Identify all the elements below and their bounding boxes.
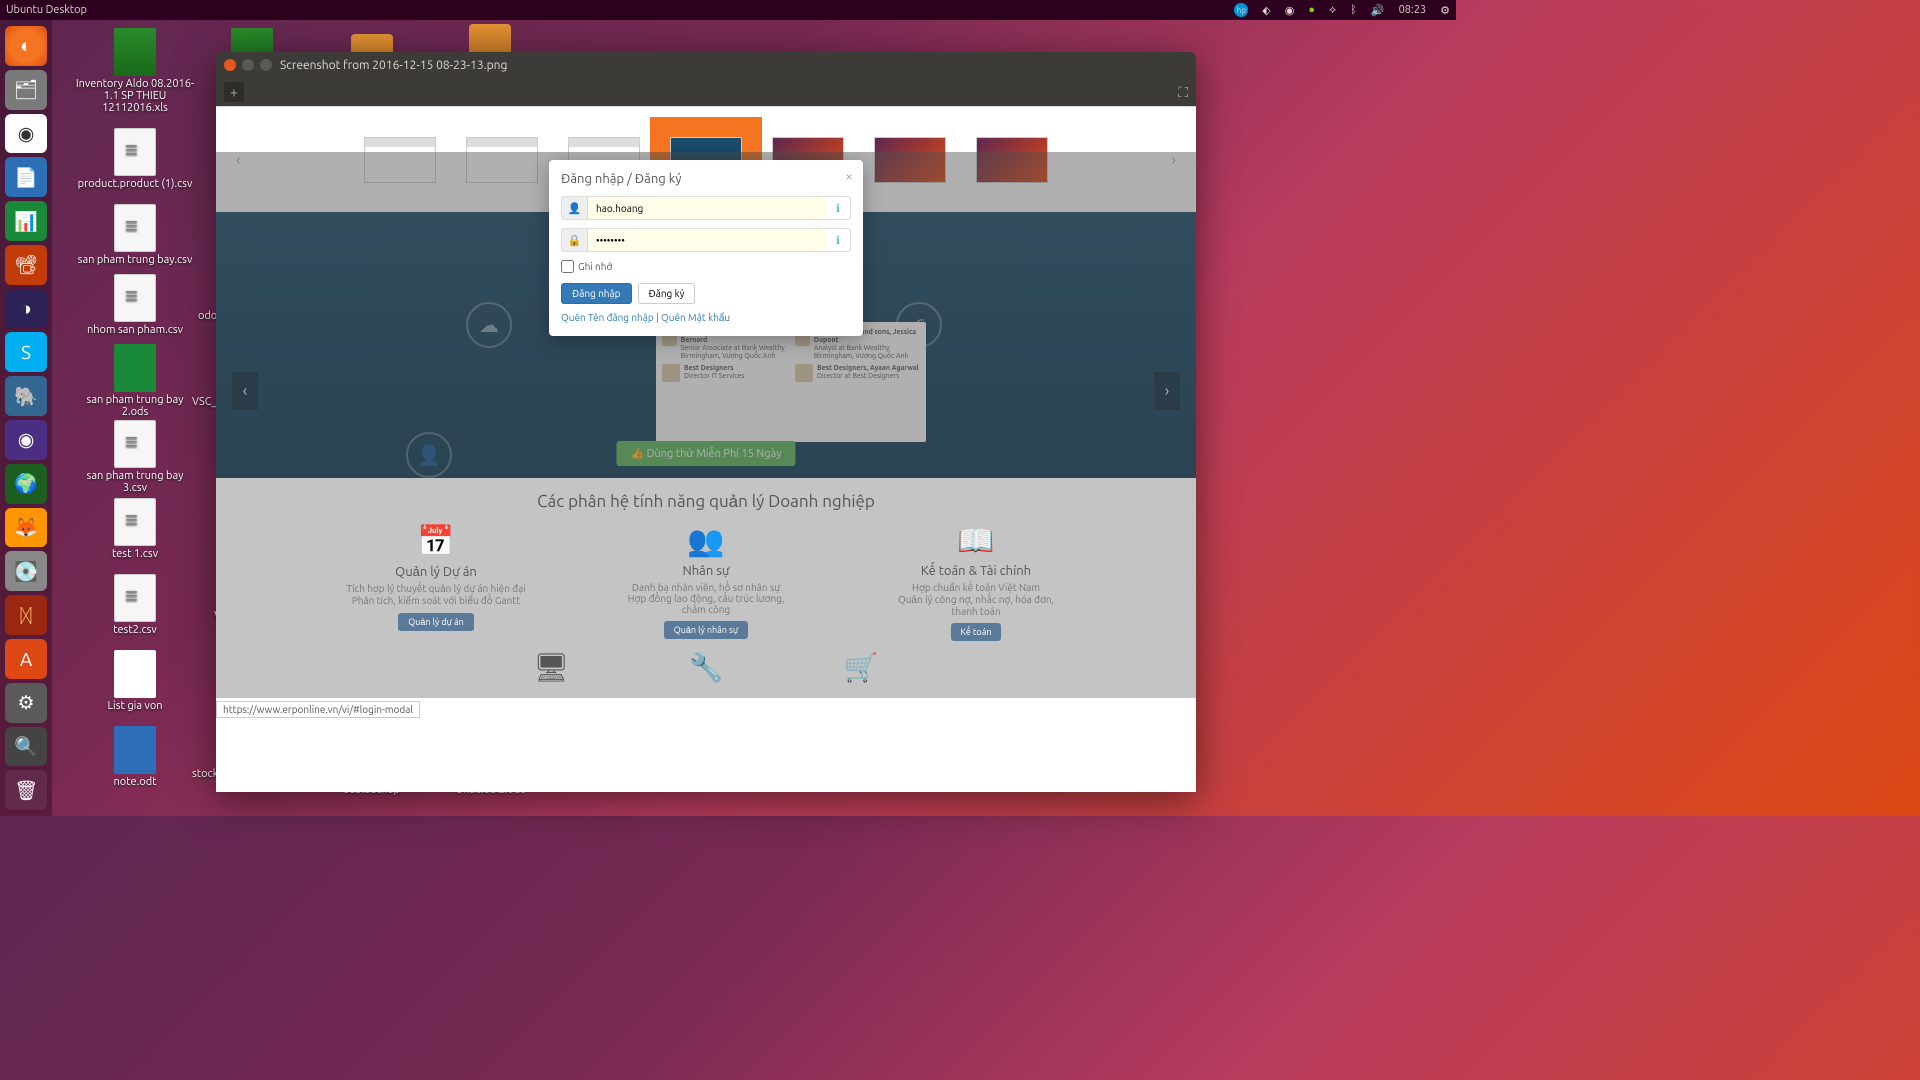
people-icon: 👥 <box>616 522 796 560</box>
screenshot-content: 📧Hộp thư đến - Od× 🟦Vào đâu để xem× 🟦Điể… <box>216 106 1196 718</box>
status-bar-url: https://www.erponline.vn/vi/#login-modal <box>216 701 420 718</box>
desktop-file[interactable]: san pham trung bay 3.csv <box>75 420 195 494</box>
features-heading: Các phân hệ tính năng quản lý Doanh nghi… <box>216 492 1196 512</box>
software-icon[interactable]: A <box>5 639 47 679</box>
drive-icon[interactable]: 💽 <box>5 551 47 591</box>
new-tab-button[interactable]: + <box>224 82 244 102</box>
wifi-icon[interactable]: ⟡ <box>1329 4 1336 17</box>
feature-button[interactable]: Quản lý dự án <box>398 613 473 631</box>
feature-card: 👥 Nhân sự Danh bạ nhân viên, hồ sơ nhân … <box>616 522 796 641</box>
menu-bar: Ubuntu Desktop hp ⬖ ◉ ● ⟡ ᛒ 🔊 08:23 ⚙ <box>0 0 1456 20</box>
feature-card: 📖 Kế toán & Tài chính Hợp chuẩn kế toán … <box>886 522 1066 641</box>
volume-icon[interactable]: 🔊 <box>1371 4 1385 17</box>
server-icon: 🖥 <box>533 651 569 684</box>
features-section: Các phân hệ tính năng quản lý Doanh nghi… <box>216 478 1196 698</box>
lens-icon[interactable]: 🔍 <box>5 727 47 767</box>
forgot-password-link[interactable]: Quên Mật khẩu <box>661 312 730 323</box>
trash-icon[interactable]: 🗑 <box>5 770 47 810</box>
user-icon: 👤 <box>562 197 588 219</box>
rhythmbox-icon[interactable]: ◉ <box>5 420 47 460</box>
lock-icon: 🔒 <box>562 229 588 251</box>
signup-button[interactable]: Đăng ký <box>638 283 696 304</box>
dropbox-icon[interactable]: ⬖ <box>1262 4 1270 17</box>
skype-icon[interactable]: S <box>5 332 47 372</box>
info-icon[interactable]: ℹ <box>826 229 850 251</box>
desktop-file[interactable]: test 1.csv <box>75 498 195 560</box>
impress-icon[interactable]: 📽 <box>5 245 47 285</box>
feature-button[interactable]: Quản lý nhân sự <box>664 621 748 639</box>
unity-launcher: ◐ 🗂 ◉ 📄 📊 📽 ◑ S 🐘 ◉ 🌍 🦊 💽 ᛞ A ⚙ 🔍 🗑 <box>0 20 52 816</box>
password-input[interactable] <box>588 229 826 251</box>
desktop-file[interactable]: nhom san pham.csv <box>75 274 195 336</box>
username-field: 👤 ℹ <box>561 196 851 220</box>
feature-card: 📅 Quản lý Dự án Tích hợp lý thuyết quản … <box>346 522 526 641</box>
desktop-label: Ubuntu Desktop <box>6 4 87 16</box>
modal-title: Đăng nhập / Đăng ký <box>561 172 851 186</box>
writer-icon[interactable]: 📄 <box>5 157 47 197</box>
login-modal: × Đăng nhập / Đăng ký 👤 ℹ 🔒 ℹ Ghi nh <box>549 160 863 336</box>
close-icon[interactable] <box>224 59 236 71</box>
desktop-file[interactable]: List gia von <box>75 650 195 712</box>
login-button[interactable]: Đăng nhập <box>561 283 632 304</box>
password-field: 🔒 ℹ <box>561 228 851 252</box>
dash-icon[interactable]: ◐ <box>5 26 47 66</box>
info-icon[interactable]: ℹ <box>826 197 850 219</box>
chrome-icon[interactable]: ◉ <box>5 114 47 154</box>
forgot-username-link[interactable]: Quên Tên đăng nhập <box>561 312 654 323</box>
settings-icon[interactable]: ⚙ <box>5 683 47 723</box>
book-icon: 📖 <box>886 522 1066 560</box>
desktop-file[interactable]: note.odt <box>75 726 195 788</box>
bluetooth-icon[interactable]: ᛒ <box>1350 4 1357 16</box>
maximize-icon[interactable] <box>260 59 272 71</box>
username-input[interactable] <box>588 197 826 219</box>
chrome-indicator-icon[interactable]: ◉ <box>1285 4 1295 17</box>
webpage: f in ▶ Demo ▾ Blog ▾ Tuyển dụng Đăng ký … <box>216 152 1196 718</box>
desktop-file[interactable]: san pham trung bay 2.ods <box>75 344 195 418</box>
desktop-file[interactable]: test2.csv <box>75 574 195 636</box>
calendar-icon: 📅 <box>346 522 526 560</box>
feature-button[interactable]: Kế toán <box>951 623 1002 641</box>
remember-checkbox[interactable]: Ghi nhớ <box>561 260 851 273</box>
eclipse-icon[interactable]: ◑ <box>5 289 47 329</box>
forgot-links: Quên Tên đăng nhập | Quên Mật khẩu <box>561 312 851 324</box>
window-titlebar[interactable]: Screenshot from 2016-12-15 08-23-13.png <box>216 52 1196 78</box>
firefox-icon[interactable]: 🦊 <box>5 508 47 548</box>
hp-icon[interactable]: hp <box>1234 3 1248 17</box>
status-dot-icon[interactable]: ● <box>1308 4 1315 16</box>
files-icon[interactable]: 🗂 <box>5 70 47 110</box>
clock[interactable]: 08:23 <box>1399 4 1427 16</box>
desktop-file[interactable]: Inventory Aldo 08.2016-1.1 SP THIEU 1211… <box>75 28 195 114</box>
fullscreen-icon[interactable]: ⛶ <box>1178 84 1188 101</box>
desktop-file[interactable]: san pham trung bay.csv <box>75 204 195 266</box>
window-title: Screenshot from 2016-12-15 08-23-13.png <box>280 59 507 72</box>
cart-icon: 🛒 <box>844 651 879 684</box>
power-icon[interactable]: ⚙ <box>1440 4 1450 17</box>
meld-icon[interactable]: ᛞ <box>5 595 47 635</box>
wrench-icon: 🔧 <box>689 651 724 684</box>
pgadmin-icon[interactable]: 🐘 <box>5 376 47 416</box>
marble-icon[interactable]: 🌍 <box>5 464 47 504</box>
desktop-file[interactable]: product.product (1).csv <box>75 128 195 190</box>
minimize-icon[interactable] <box>242 59 254 71</box>
calc-icon[interactable]: 📊 <box>5 201 47 241</box>
modal-close-icon[interactable]: × <box>845 168 853 184</box>
image-viewer-window: Screenshot from 2016-12-15 08-23-13.png … <box>216 52 1196 792</box>
